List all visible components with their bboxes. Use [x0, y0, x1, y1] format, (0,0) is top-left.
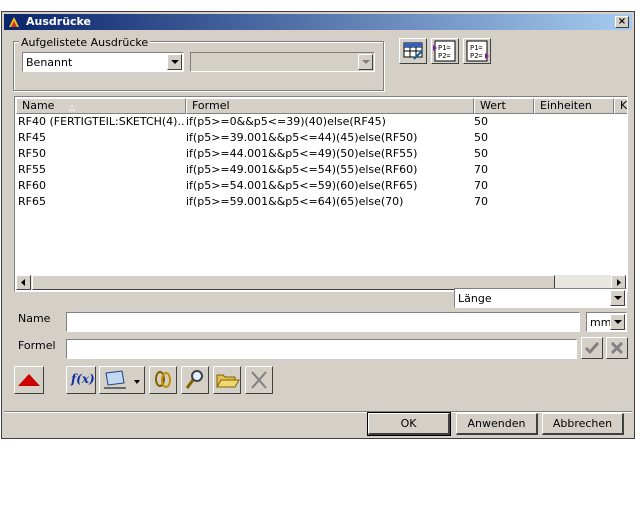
functions-button[interactable]: f(x): [66, 366, 96, 394]
column-header-label: Ko: [620, 99, 627, 112]
row-name: RF65: [18, 195, 46, 208]
table-row[interactable]: RF60 if(p5>=54.001&&p5<=59)(60)else(RF65…: [16, 178, 626, 194]
expressions-dialog: Ausdrücke × Aufgelistete Ausdrücke Benan…: [1, 11, 635, 439]
column-header-units[interactable]: Einheiten: [534, 98, 614, 114]
column-header-label: Name: [22, 99, 55, 112]
triangle-up-icon: [18, 374, 40, 386]
magnifier-link-icon: [185, 370, 203, 389]
row-name: RF55: [18, 163, 46, 176]
cancel-button[interactable]: Abbrechen: [542, 413, 624, 435]
ok-button[interactable]: OK: [367, 412, 451, 436]
column-header-label: Wert: [480, 99, 506, 112]
table-row[interactable]: RF50 if(p5>=44.001&&p5<=49)(50)else(RF55…: [16, 146, 626, 162]
delete-button: [245, 366, 273, 394]
unit-value: mm: [590, 316, 612, 329]
spreadsheet-button[interactable]: [399, 38, 427, 64]
unit-select[interactable]: mm: [586, 312, 627, 332]
export-expressions-button[interactable]: P1= P2=: [463, 38, 491, 64]
secondary-filter-select: [190, 52, 375, 72]
row-value: 50: [474, 115, 488, 128]
svg-text:P1=: P1=: [438, 44, 451, 52]
search-link-button[interactable]: [181, 366, 209, 394]
column-header-formula[interactable]: Formel: [186, 98, 474, 114]
row-formula: if(p5>=54.001&&p5<=59)(60)else(RF65): [186, 179, 418, 192]
app-icon: [9, 17, 19, 27]
formula-label: Formel: [18, 339, 56, 352]
filter-select[interactable]: Benannt: [22, 52, 184, 72]
row-name: RF60: [18, 179, 46, 192]
row-value: 70: [474, 163, 488, 176]
accept-formula-button: [581, 337, 603, 359]
formula-input[interactable]: [66, 339, 577, 359]
p1-p2-import-icon: P1= P2=: [433, 40, 456, 62]
row-value: 70: [474, 195, 488, 208]
row-value: 70: [474, 179, 488, 192]
column-header-value[interactable]: Wert: [474, 98, 534, 114]
apply-button[interactable]: Anwenden: [456, 413, 538, 435]
function-icon: f(x): [71, 372, 95, 386]
svg-text:P1=: P1=: [470, 44, 483, 52]
folder-open-icon: [216, 374, 240, 388]
sort-ascending-icon: △: [69, 103, 76, 112]
table-row[interactable]: RF45 if(p5>=39.001&&p5<=44)(45)else(RF50…: [16, 130, 626, 146]
spreadsheet-icon: [403, 42, 423, 60]
arrow-left-icon: [21, 279, 25, 286]
x-icon: [251, 371, 267, 389]
chevron-down-icon[interactable]: [610, 314, 625, 330]
title-bar[interactable]: Ausdrücke ×: [4, 14, 632, 30]
reject-formula-button: [606, 337, 628, 359]
x-icon: [610, 341, 624, 355]
table-row[interactable]: RF65 if(p5>=59.001&&p5<=64)(65)else(70) …: [16, 194, 626, 210]
expressions-table[interactable]: Name △ Formel Wert Einheiten Ko RF40 (FE…: [14, 96, 628, 292]
row-formula: if(p5>=44.001&&p5<=49)(50)else(RF55): [186, 147, 418, 160]
chevron-down-icon[interactable]: [167, 54, 182, 70]
row-formula: if(p5>=0&&p5<=39)(40)else(RF45): [186, 115, 386, 128]
measure-dropdown-button[interactable]: [99, 366, 145, 394]
name-input[interactable]: [66, 312, 580, 332]
table-row[interactable]: RF55 if(p5>=49.001&&p5<=54)(55)else(RF60…: [16, 162, 626, 178]
dimension-type-select[interactable]: Länge: [454, 288, 627, 308]
column-header-label: Formel: [192, 99, 230, 112]
collapse-button[interactable]: [14, 366, 44, 394]
filter-select-value: Benannt: [26, 56, 73, 69]
close-button[interactable]: ×: [615, 16, 629, 28]
p1-p2-export-icon: P1= P2=: [466, 40, 489, 62]
checkmark-icon: [584, 342, 600, 355]
open-file-button[interactable]: [213, 366, 241, 394]
dimension-type-value: Länge: [458, 292, 492, 305]
close-icon: ×: [617, 16, 627, 27]
name-label: Name: [18, 312, 51, 325]
row-name: RF50: [18, 147, 46, 160]
row-formula: if(p5>=59.001&&p5<=64)(65)else(70): [186, 195, 404, 208]
chevron-down-icon: [358, 54, 373, 70]
import-expressions-button[interactable]: P1= P2=: [431, 38, 459, 64]
svg-text:P2=: P2=: [470, 52, 483, 60]
row-name: RF40 (FERTIGTEIL:SKETCH(4)...: [18, 115, 184, 128]
svg-text:P2=: P2=: [438, 52, 451, 60]
chevron-down-icon[interactable]: [610, 290, 625, 306]
column-header-label: Einheiten: [540, 99, 592, 112]
column-header-name[interactable]: Name △: [16, 98, 186, 114]
row-value: 50: [474, 131, 488, 144]
row-value: 50: [474, 147, 488, 160]
row-formula: if(p5>=49.001&&p5<=54)(55)else(RF60): [186, 163, 418, 176]
column-header-comment[interactable]: Ko: [614, 98, 627, 114]
window-title: Ausdrücke: [26, 15, 92, 28]
row-name: RF45: [18, 131, 46, 144]
measure-icon: [104, 370, 140, 389]
chain-link-icon: [155, 371, 171, 388]
row-formula: if(p5>=39.001&&p5<=44)(45)else(RF50): [186, 131, 418, 144]
link-button[interactable]: [149, 366, 177, 394]
scroll-left-button[interactable]: [16, 275, 31, 290]
table-row[interactable]: RF40 (FERTIGTEIL:SKETCH(4)... if(p5>=0&&…: [16, 114, 626, 130]
group-label: Aufgelistete Ausdrücke: [19, 36, 151, 49]
